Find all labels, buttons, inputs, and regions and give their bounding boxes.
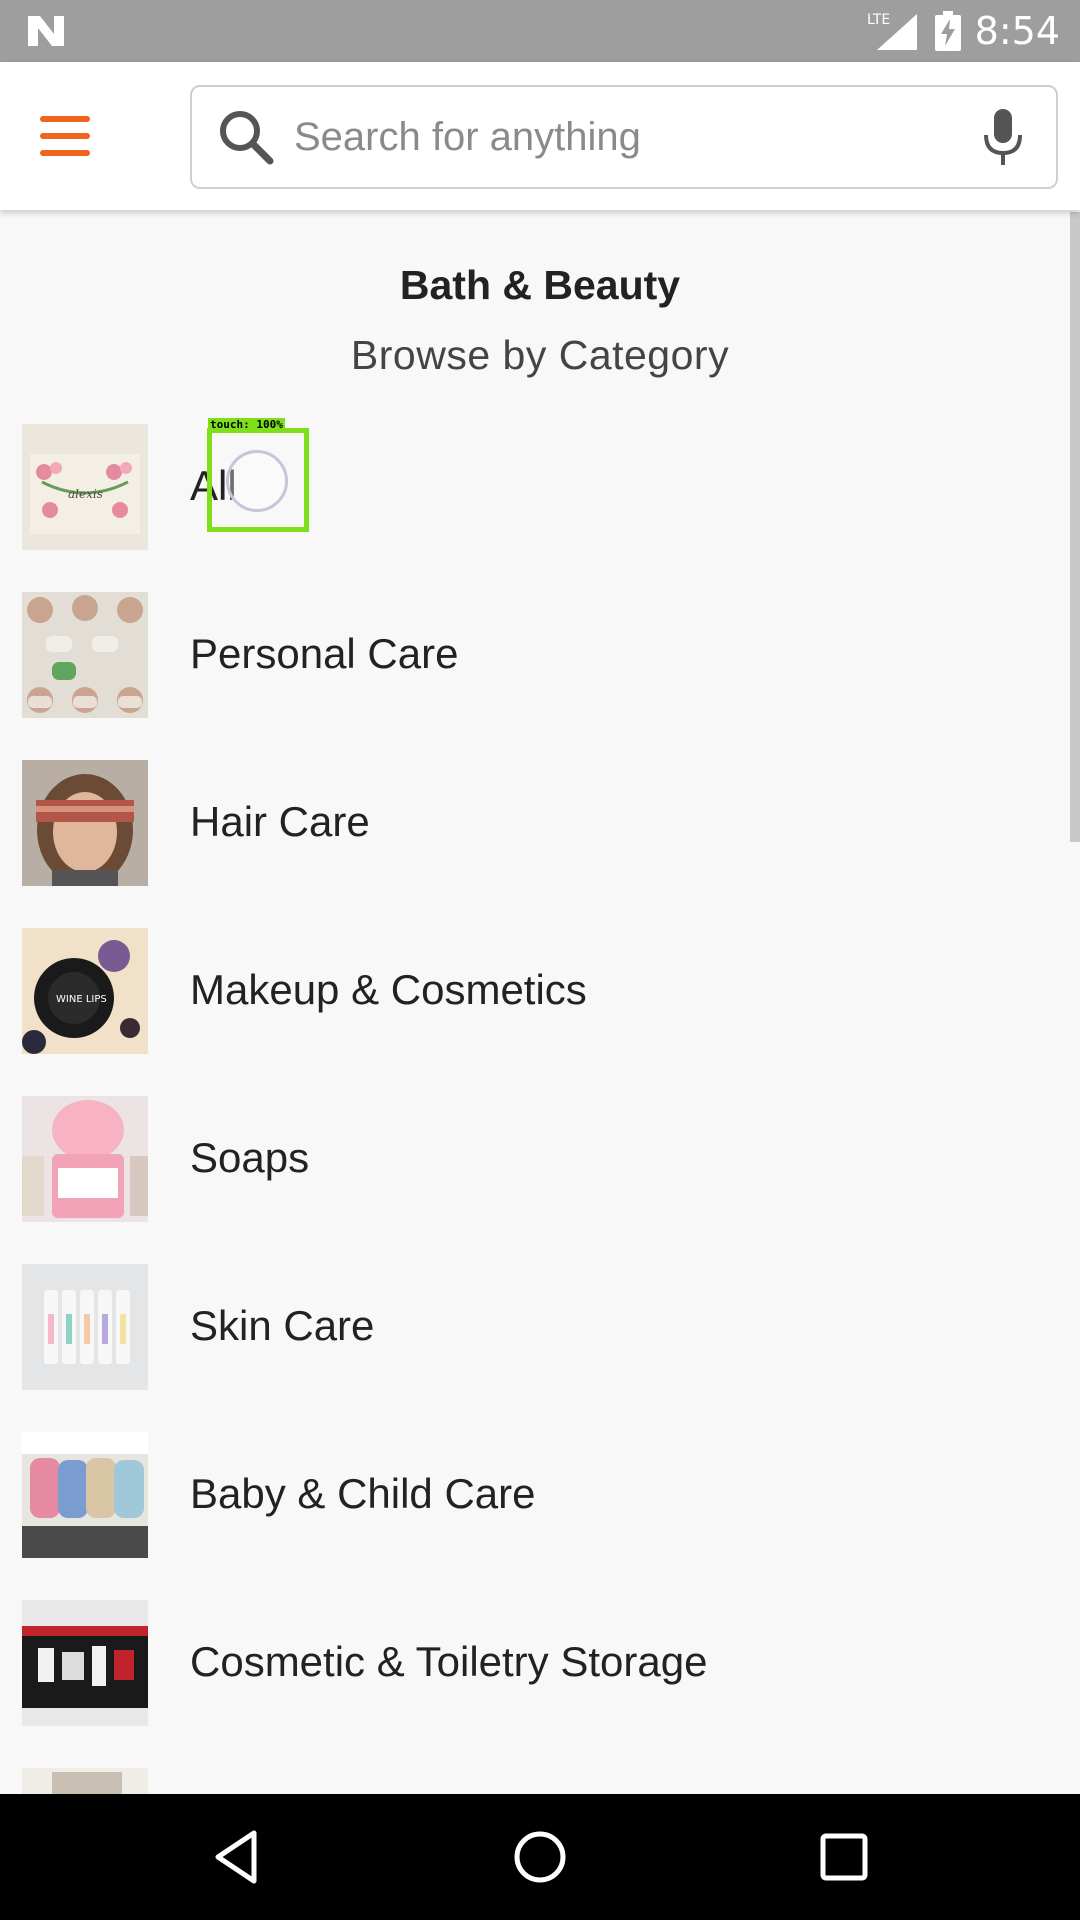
category-item-personal-care[interactable]: Personal Care (0, 590, 1070, 758)
category-thumbnail: alexis (22, 424, 148, 550)
svg-text:LTE: LTE (867, 12, 890, 28)
category-thumbnail: WINE LIPS (22, 928, 148, 1054)
touch-point-icon (226, 450, 288, 512)
home-icon[interactable] (510, 1827, 570, 1887)
category-list: alexis All Personal Care Hair Care WINE … (0, 422, 1070, 1920)
lte-signal-icon: LTE (867, 12, 917, 50)
category-thumbnail (22, 1432, 148, 1558)
category-thumbnail (22, 1600, 148, 1726)
category-item-makeup-cosmetics[interactable]: WINE LIPS Makeup & Cosmetics (0, 926, 1070, 1094)
category-label: Hair Care (190, 798, 370, 845)
category-item-soaps[interactable]: Soaps (0, 1094, 1070, 1262)
category-label: Soaps (190, 1134, 310, 1181)
svg-text:alexis: alexis (68, 487, 103, 501)
top-app-bar (0, 62, 1080, 210)
page-subtitle: Browse by Category (350, 332, 730, 378)
microphone-icon[interactable] (978, 107, 1028, 167)
recent-apps-icon[interactable] (814, 1827, 874, 1887)
category-thumbnail (22, 1264, 148, 1390)
category-item-baby-child-care[interactable]: Baby & Child Care (0, 1430, 1070, 1598)
category-label: Cosmetic & Toiletry Storage (190, 1638, 708, 1685)
svg-text:WINE LIPS: WINE LIPS (56, 994, 107, 1005)
category-item-hair-care[interactable]: Hair Care (0, 758, 1070, 926)
back-icon[interactable] (206, 1827, 266, 1887)
n-logo-icon (28, 16, 64, 46)
search-input[interactable] (276, 97, 978, 177)
system-nav-bar (0, 1794, 1080, 1920)
category-thumbnail (22, 1096, 148, 1222)
status-clock: 8:54 (974, 9, 1060, 53)
category-item-cosmetic-toiletry-storage[interactable]: Cosmetic & Toiletry Storage (0, 1598, 1070, 1766)
battery-charging-icon (934, 11, 961, 51)
hamburger-menu-icon[interactable] (40, 106, 100, 166)
category-label: Skin Care (190, 1302, 375, 1349)
search-icon (220, 111, 274, 165)
category-thumbnail (22, 592, 148, 718)
category-thumbnail (22, 760, 148, 886)
category-label: Personal Care (190, 630, 459, 677)
category-item-all[interactable]: alexis All (0, 422, 1070, 590)
category-label: Makeup & Cosmetics (190, 966, 587, 1013)
category-item-skin-care[interactable]: Skin Care (0, 1262, 1070, 1430)
status-bar: LTE 8:54 (0, 0, 1080, 62)
page-title: Bath & Beauty (399, 262, 681, 308)
category-label: Baby & Child Care (190, 1470, 536, 1517)
search-bar[interactable] (190, 85, 1058, 189)
